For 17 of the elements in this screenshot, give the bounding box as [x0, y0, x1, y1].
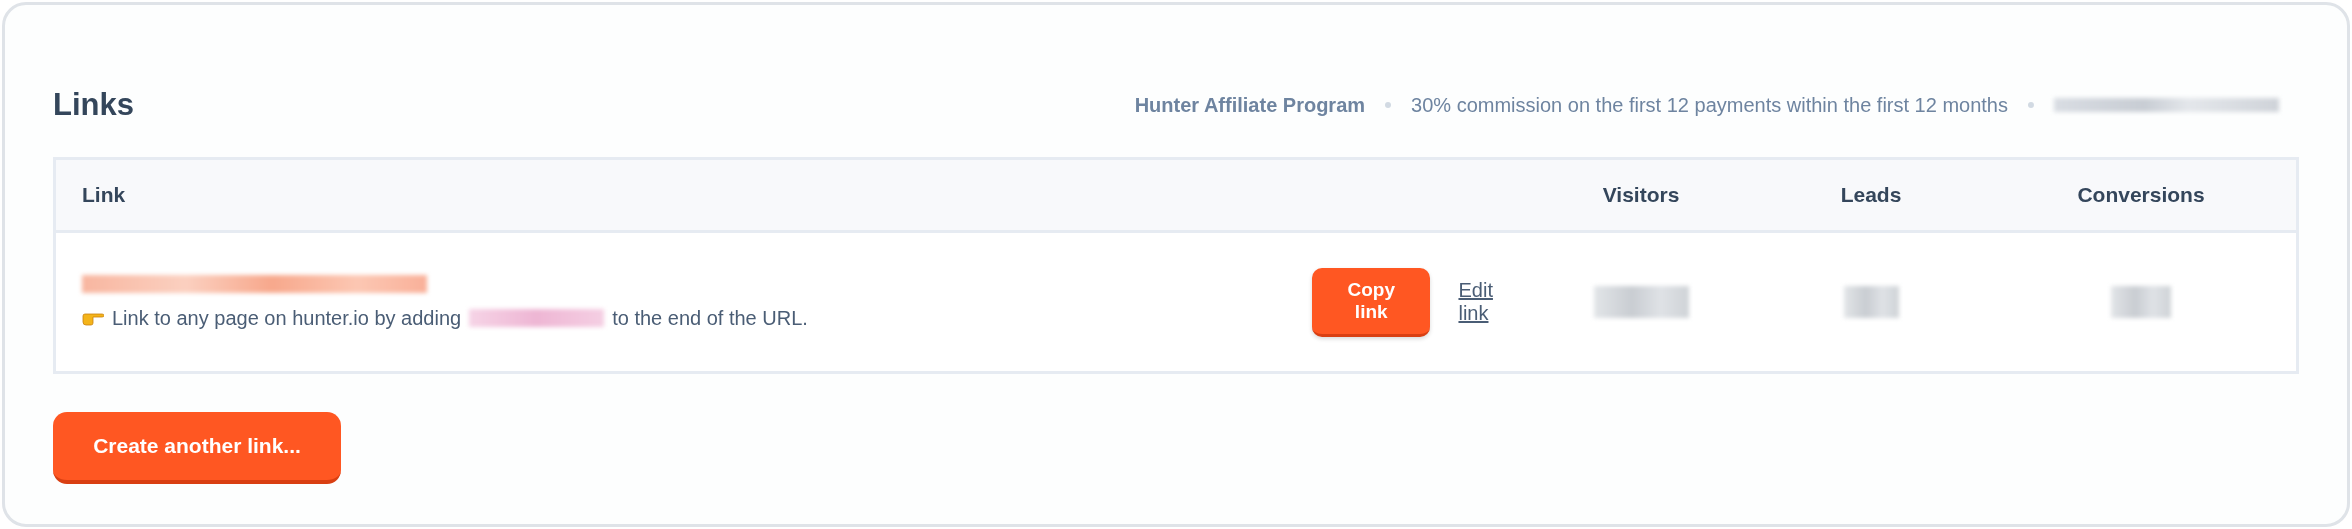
hint-text: Link to any page on hunter.io by adding [112, 306, 462, 330]
program-name: Hunter Affiliate Program [1134, 93, 1366, 117]
copy-link-button[interactable]: Copy link [1312, 267, 1431, 337]
redacted-block [1843, 286, 1899, 318]
edit-link[interactable]: Edit link [1458, 279, 1526, 325]
column-header: Visitors [1602, 183, 1680, 207]
column-header: Link [82, 183, 127, 207]
hint-text: to the end of the URL. [612, 306, 808, 330]
column-header: Leads [1840, 183, 1902, 207]
redacted-block [2111, 286, 2171, 318]
section-title: Links [53, 87, 134, 123]
create-link-button[interactable]: Create another link... [53, 412, 341, 484]
commission-text: 30% commission on the first 12 payments within the first 12 months [1411, 93, 2008, 117]
pointing-hand-icon [82, 310, 104, 326]
separator-dot-icon [1385, 102, 1392, 108]
column-header: Conversions [2077, 183, 2205, 207]
separator-dot-icon [2028, 102, 2034, 108]
